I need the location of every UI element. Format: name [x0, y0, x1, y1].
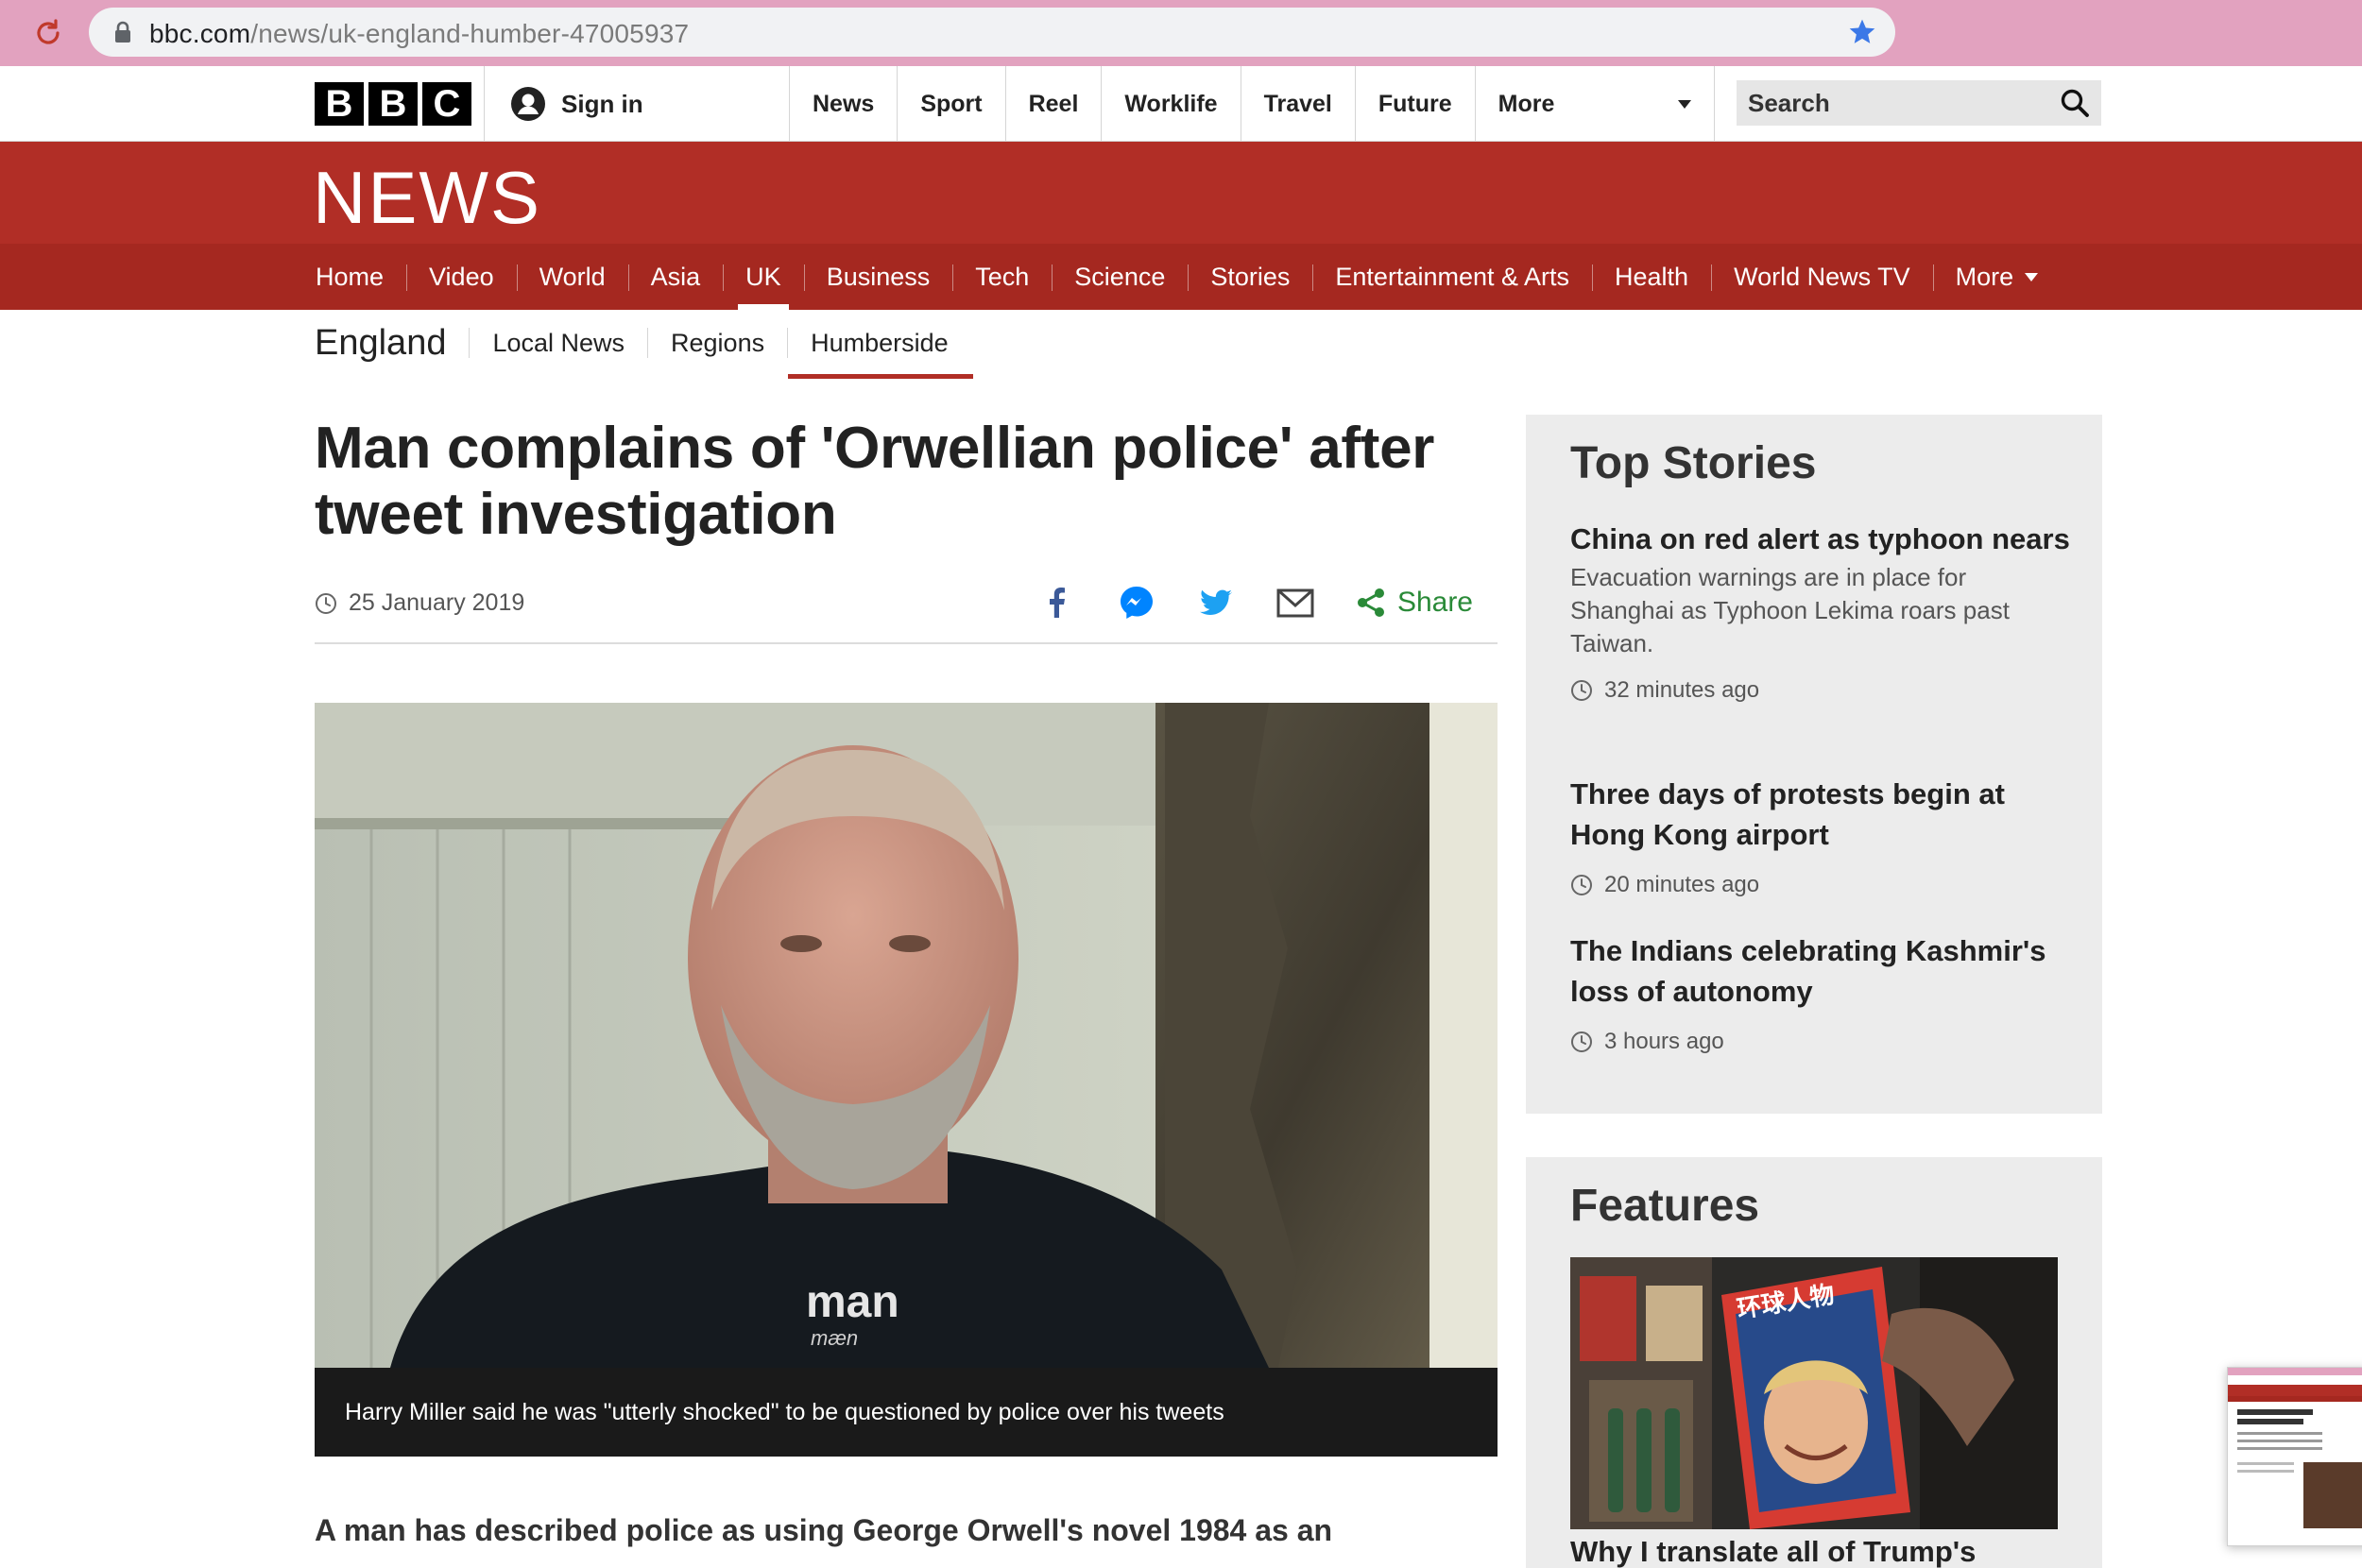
- clock-icon: [1571, 875, 1592, 895]
- search-placeholder: Search: [1748, 89, 1830, 117]
- article-headline: Man complains of 'Orwellian police' afte…: [315, 416, 1435, 547]
- story-item[interactable]: The Indians celebrating Kashmir's loss o…: [1570, 930, 2071, 1055]
- story-item[interactable]: Three days of protests begin at Hong Kon…: [1570, 774, 2071, 898]
- section-world-news-tv[interactable]: World News TV: [1711, 244, 1933, 310]
- account-icon: [511, 87, 545, 121]
- url-text: bbc.com/news/uk-england-humber-47005937: [149, 19, 690, 48]
- nav-more[interactable]: More: [1474, 66, 1715, 142]
- bbc-logo-letter: C: [422, 82, 471, 126]
- chevron-down-icon: [1677, 99, 1691, 109]
- subnav-regions[interactable]: Regions: [647, 328, 787, 358]
- subnav-title[interactable]: England: [315, 323, 469, 364]
- story-title[interactable]: China on red alert as typhoon nears: [1570, 519, 2071, 559]
- reload-icon[interactable]: [32, 17, 64, 49]
- news-logo[interactable]: NEWS: [313, 155, 541, 241]
- section-uk[interactable]: UK: [723, 244, 804, 310]
- subnav-local-news[interactable]: Local News: [469, 328, 647, 358]
- chevron-down-icon: [2025, 272, 2039, 281]
- nav-news[interactable]: News: [789, 66, 897, 142]
- share-icon: [1357, 588, 1384, 617]
- features-panel: Features 环球人物 Why I translate all of Tru…: [1526, 1157, 2102, 1568]
- section-more-label: More: [1955, 262, 2014, 291]
- story-title[interactable]: The Indians celebrating Kashmir's loss o…: [1570, 930, 2071, 1012]
- section-more[interactable]: More: [1932, 244, 2062, 310]
- feature-headline[interactable]: Why I translate all of Trump's: [1570, 1535, 1976, 1568]
- search-input[interactable]: Search: [1737, 80, 2101, 126]
- section-world[interactable]: World: [516, 244, 628, 310]
- nav-worklife[interactable]: Worklife: [1101, 66, 1240, 142]
- nav-reel[interactable]: Reel: [1004, 66, 1102, 142]
- section-home[interactable]: Home: [293, 244, 406, 310]
- story-time: 3 hours ago: [1570, 1029, 2071, 1055]
- section-entertainment-arts[interactable]: Entertainment & Arts: [1312, 244, 1592, 310]
- news-banner: NEWS: [0, 142, 2362, 244]
- twitter-icon[interactable]: [1195, 582, 1237, 623]
- clock-icon: [1571, 680, 1592, 701]
- top-stories-panel: Top Stories China on red alert as typhoo…: [1526, 415, 2102, 1114]
- subnav-humberside[interactable]: Humberside: [787, 328, 973, 379]
- article-date-text: 25 January 2019: [349, 589, 525, 616]
- section-nav: Home Video World Asia UK Business Tech S…: [0, 244, 2362, 310]
- bookmark-star-icon[interactable]: [1846, 17, 1878, 47]
- story-title[interactable]: Three days of protests begin at Hong Kon…: [1570, 774, 2071, 855]
- nav-travel[interactable]: Travel: [1240, 66, 1355, 142]
- bbc-logo[interactable]: B B C: [315, 82, 471, 126]
- email-icon[interactable]: [1275, 582, 1316, 623]
- article-photo: man mæn: [315, 703, 1498, 1368]
- section-tech[interactable]: Tech: [952, 244, 1052, 310]
- story-time: 32 minutes ago: [1570, 677, 2071, 704]
- article-date: 25 January 2019: [315, 589, 524, 617]
- photo-caption: Harry Miller said he was "utterly shocke…: [315, 1368, 1498, 1457]
- nav-future[interactable]: Future: [1354, 66, 1475, 142]
- address-bar[interactable]: bbc.com/news/uk-england-humber-47005937: [89, 8, 1895, 57]
- messenger-icon[interactable]: [1116, 582, 1157, 623]
- clock-icon: [316, 592, 336, 614]
- section-asia[interactable]: Asia: [627, 244, 724, 310]
- story-time-text: 20 minutes ago: [1604, 872, 1760, 897]
- england-subnav: England Local News Regions Humberside: [315, 310, 973, 379]
- share-button[interactable]: Share: [1354, 586, 1473, 620]
- share-label: Share: [1396, 587, 1473, 618]
- article-lead: A man has described police as using Geor…: [315, 1513, 1333, 1547]
- section-business[interactable]: Business: [803, 244, 953, 310]
- article: Man complains of 'Orwellian police' afte…: [315, 416, 1498, 1548]
- share-tools: Share: [1036, 582, 1473, 623]
- section-health[interactable]: Health: [1592, 244, 1711, 310]
- sign-in-button[interactable]: Sign in: [510, 66, 643, 142]
- nav-more-label: More: [1498, 90, 1555, 117]
- shirt-text-sub: mæn: [811, 1326, 858, 1350]
- section-video[interactable]: Video: [406, 244, 517, 310]
- story-time-text: 3 hours ago: [1604, 1029, 1724, 1054]
- lock-icon: [115, 21, 130, 43]
- bbc-logo-letter: B: [315, 82, 364, 126]
- feature-image[interactable]: 环球人物: [1570, 1257, 2058, 1529]
- section-science[interactable]: Science: [1052, 244, 1188, 310]
- global-nav: News Sport Reel Worklife Travel Future M…: [789, 66, 1715, 142]
- top-stories-title: Top Stories: [1570, 438, 1817, 488]
- story-summary: Evacuation warnings are in place for Sha…: [1570, 563, 2010, 657]
- section-stories[interactable]: Stories: [1188, 244, 1312, 310]
- bbc-masthead: B B C Sign in News Sport Reel Worklife T…: [0, 66, 2362, 142]
- bbc-logo-letter: B: [368, 82, 418, 126]
- article-meta: 25 January 2019 Share: [315, 586, 1498, 644]
- nav-sport[interactable]: Sport: [897, 66, 1004, 142]
- clock-icon: [1571, 1031, 1592, 1052]
- story-time-text: 32 minutes ago: [1604, 677, 1760, 703]
- story-item[interactable]: China on red alert as typhoon nears Evac…: [1570, 519, 2071, 704]
- search-icon[interactable]: [2060, 88, 2090, 118]
- divider: [484, 66, 485, 142]
- picture-in-picture-thumbnail[interactable]: [2227, 1367, 2362, 1546]
- features-title: Features: [1570, 1181, 1760, 1231]
- sign-in-label: Sign in: [561, 89, 643, 118]
- browser-toolbar: bbc.com/news/uk-england-humber-47005937: [0, 0, 2362, 66]
- facebook-icon[interactable]: [1036, 582, 1078, 623]
- shirt-text: man: [806, 1277, 899, 1327]
- story-time: 20 minutes ago: [1570, 872, 2071, 898]
